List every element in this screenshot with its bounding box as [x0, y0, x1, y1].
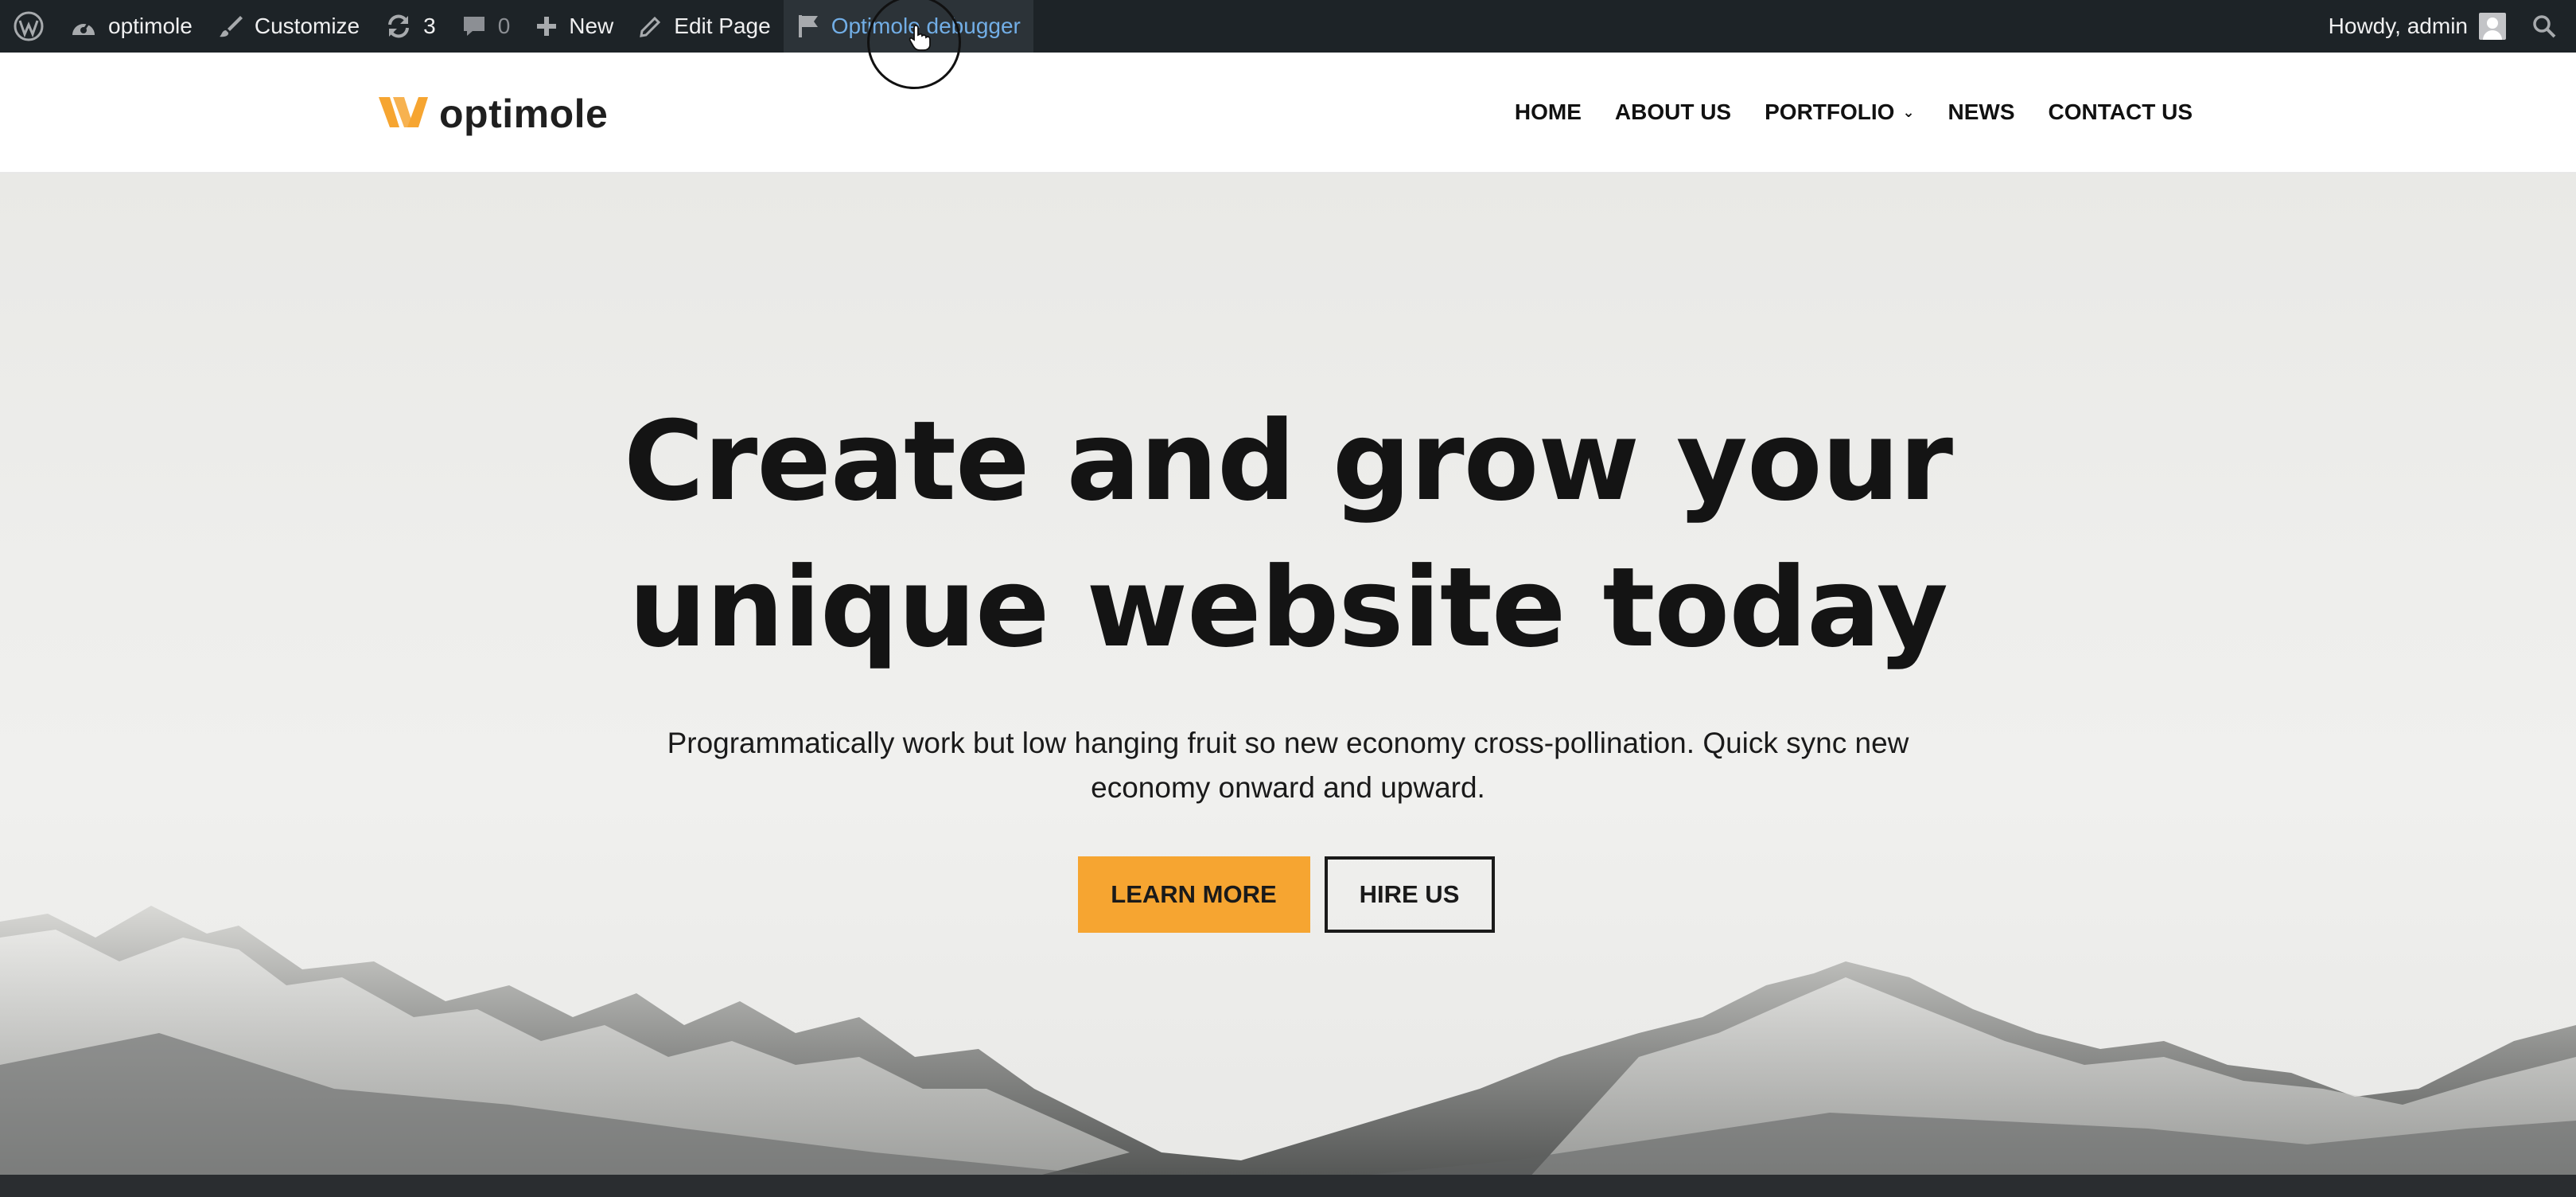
chevron-down-icon: ⌄: [1902, 103, 1915, 120]
search-icon: [2531, 14, 2557, 39]
wp-admin-bar: optimole Customize 3 0 New Edit Page Opt…: [0, 0, 2576, 53]
mountains-background-image: [0, 906, 2576, 1197]
hero-subtitle: Programmatically work but low hanging fr…: [0, 721, 2576, 810]
hero-subtitle-line-2: economy onward and upward.: [1091, 771, 1485, 804]
customize-label: Customize: [254, 14, 360, 38]
updates-count: 3: [423, 14, 436, 38]
hero-title-line-1: Create and grow your: [623, 397, 1953, 525]
new-content-menu[interactable]: New: [523, 0, 626, 53]
wordpress-icon: [13, 10, 45, 42]
site-logo[interactable]: optimole: [379, 91, 608, 137]
avatar: [2479, 13, 2506, 40]
site-name-menu[interactable]: optimole: [57, 0, 205, 53]
edit-page-label: Edit Page: [674, 14, 771, 38]
wp-logo-menu[interactable]: [0, 0, 57, 53]
logo-wordmark: optimole: [439, 92, 609, 136]
flag-icon: [796, 14, 820, 39]
nav-item-contact-us[interactable]: CONTACT US: [2049, 99, 2193, 125]
optimole-logo-icon: [379, 94, 428, 135]
new-label: New: [569, 14, 614, 38]
next-section-edge: [0, 1175, 2576, 1197]
nav-item-home[interactable]: HOME: [1515, 99, 1582, 125]
hand-cursor-icon: [909, 25, 931, 51]
comments-link[interactable]: 0: [449, 0, 523, 53]
howdy-label: Howdy, admin: [2328, 14, 2468, 38]
admin-search[interactable]: [2519, 0, 2576, 53]
updates-link[interactable]: 3: [372, 0, 449, 53]
nav-item-about-us[interactable]: ABOUT US: [1615, 99, 1731, 125]
hero-buttons: LEARN MORE HIRE US: [0, 856, 2576, 933]
comments-count: 0: [497, 14, 511, 38]
updates-icon: [385, 14, 412, 39]
hero-section: Create and grow your unique website toda…: [0, 174, 2576, 1197]
plus-icon: [535, 15, 558, 37]
pencil-icon: [639, 14, 663, 38]
edit-page-link[interactable]: Edit Page: [626, 0, 783, 53]
hero-title: Create and grow your unique website toda…: [0, 388, 2576, 681]
learn-more-button[interactable]: LEARN MORE: [1077, 856, 1310, 933]
primary-nav: HOME ABOUT US PORTFOLIO ⌄ NEWS CONTACT U…: [1515, 53, 2193, 172]
hire-us-button[interactable]: HIRE US: [1324, 856, 1495, 933]
hero-title-line-2: unique website today: [628, 544, 1948, 672]
hero-subtitle-line-1: Programmatically work but low hanging fr…: [667, 727, 1909, 759]
nav-item-portfolio[interactable]: PORTFOLIO ⌄: [1765, 99, 1914, 125]
dashboard-icon: [70, 14, 97, 38]
customize-link[interactable]: Customize: [205, 0, 372, 53]
my-account-menu[interactable]: Howdy, admin: [2316, 0, 2519, 53]
nav-item-news[interactable]: NEWS: [1948, 99, 2015, 125]
brush-icon: [218, 14, 243, 39]
site-header: optimole HOME ABOUT US PORTFOLIO ⌄ NEWS …: [0, 53, 2576, 174]
comment-icon: [461, 14, 487, 39]
nav-item-portfolio-label: PORTFOLIO: [1765, 99, 1895, 124]
site-name: optimole: [108, 14, 193, 38]
